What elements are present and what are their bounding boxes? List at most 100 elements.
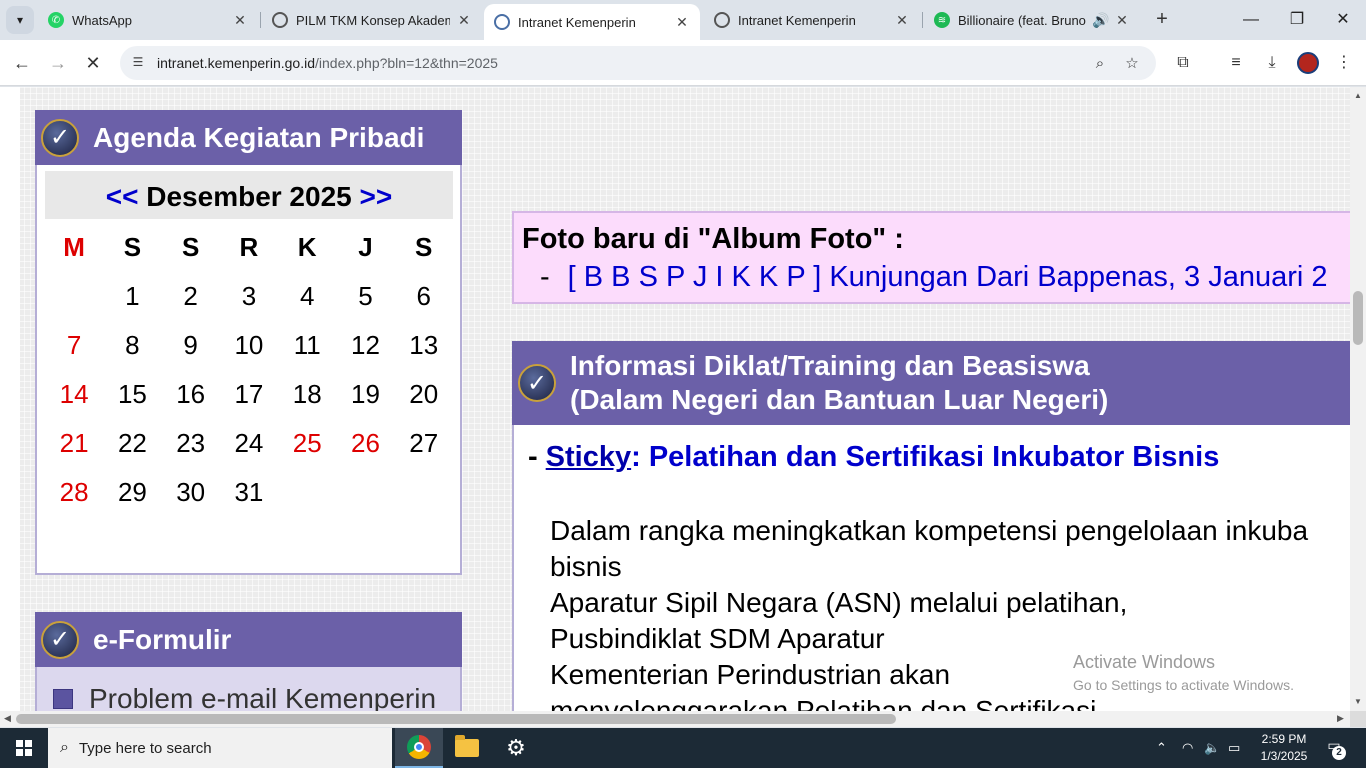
taskbar-clock[interactable]: 2:59 PM 1/3/2025 bbox=[1256, 731, 1312, 765]
start-button[interactable] bbox=[0, 728, 48, 768]
close-icon[interactable]: ✕ bbox=[456, 12, 472, 29]
calendar-day[interactable]: 6 bbox=[395, 272, 453, 321]
calendar-day[interactable]: 18 bbox=[278, 370, 336, 419]
calendar-day[interactable]: 25 bbox=[278, 419, 336, 468]
tab-intranet[interactable]: Intranet Kemenperin ✕ bbox=[704, 4, 920, 36]
calendar-week-row: 7 8 9 10 11 12 13 bbox=[45, 321, 453, 370]
maximize-button[interactable]: ❐ bbox=[1274, 6, 1320, 34]
close-icon[interactable]: ✕ bbox=[894, 12, 910, 29]
vertical-scrollbar[interactable]: ▲ ▼ bbox=[1350, 87, 1366, 711]
calendar-day[interactable]: 8 bbox=[103, 321, 161, 370]
horizontal-scrollbar[interactable]: ◀ ▶ bbox=[0, 711, 1350, 727]
calendar-day[interactable]: 9 bbox=[162, 321, 220, 370]
calendar-day[interactable]: 29 bbox=[103, 468, 161, 517]
calendar-day[interactable]: 14 bbox=[45, 370, 103, 419]
calendar-day[interactable]: 23 bbox=[162, 419, 220, 468]
calendar-day[interactable]: 3 bbox=[220, 272, 278, 321]
profile-avatar[interactable] bbox=[1297, 52, 1319, 74]
calendar-day[interactable]: 11 bbox=[278, 321, 336, 370]
tab-pilm[interactable]: PILM TKM Konsep Akademik ✕ bbox=[262, 4, 482, 36]
calendar-day[interactable]: 24 bbox=[220, 419, 278, 468]
calendar-day[interactable]: 21 bbox=[45, 419, 103, 468]
taskbar-file-explorer[interactable] bbox=[443, 728, 491, 768]
scroll-left-icon[interactable]: ◀ bbox=[4, 713, 11, 724]
network-icon[interactable]: ◠ bbox=[1182, 728, 1193, 768]
sticky-title-link[interactable]: : Pelatihan dan Sertifikasi Inkubator Bi… bbox=[631, 441, 1219, 473]
tab-divider bbox=[922, 12, 923, 28]
calendar-day[interactable]: 17 bbox=[220, 370, 278, 419]
download-icon[interactable]: ⤓ bbox=[1261, 52, 1283, 74]
minimize-button[interactable]: — bbox=[1228, 6, 1274, 34]
calendar-month-year: Desember 2025 bbox=[146, 181, 352, 212]
next-month-link[interactable]: >> bbox=[360, 181, 393, 212]
scroll-right-icon[interactable]: ▶ bbox=[1337, 713, 1344, 724]
scroll-down-icon[interactable]: ▼ bbox=[1350, 697, 1366, 706]
battery-icon[interactable]: ▭ bbox=[1228, 728, 1240, 768]
calendar-day[interactable]: 31 bbox=[220, 468, 278, 517]
back-button[interactable]: ← bbox=[9, 50, 35, 76]
new-tab-button[interactable]: + bbox=[1150, 8, 1174, 32]
site-info-icon[interactable]: ☰ bbox=[130, 55, 146, 71]
weekday-label: S bbox=[181, 232, 200, 262]
notification-button[interactable]: ▭ 2 bbox=[1322, 737, 1346, 760]
calendar-day[interactable]: 16 bbox=[162, 370, 220, 419]
tab-intranet-active[interactable]: Intranet Kemenperin ✕ bbox=[484, 4, 700, 40]
tab-title: WhatsApp bbox=[72, 12, 132, 28]
weekday-label: S bbox=[123, 232, 142, 262]
address-bar[interactable]: ☰ intranet.kemenperin.go.id/index.php?bl… bbox=[120, 46, 1156, 80]
eformulir-item-label: Problem e-mail Kemenperin bbox=[89, 683, 437, 711]
page-left-margin bbox=[0, 87, 20, 711]
forward-button[interactable]: → bbox=[45, 50, 71, 76]
calendar-day[interactable]: 30 bbox=[162, 468, 220, 517]
url-text[interactable]: intranet.kemenperin.go.id/index.php?bln=… bbox=[157, 55, 498, 71]
taskbar-settings[interactable]: ⚙ bbox=[492, 728, 540, 768]
tab-whatsapp[interactable]: ✆ WhatsApp ✕ bbox=[38, 4, 258, 36]
media-control-icon[interactable]: ≡ bbox=[1225, 52, 1247, 74]
tab-title: Intranet Kemenperin bbox=[518, 14, 636, 30]
calendar-day[interactable]: 15 bbox=[103, 370, 161, 419]
close-icon[interactable]: ✕ bbox=[232, 12, 248, 29]
tab-spotify[interactable]: ≋ Billionaire (feat. Bruno M 🔊 ✕ bbox=[924, 4, 1140, 36]
volume-icon[interactable]: 🔈 bbox=[1204, 728, 1220, 768]
scroll-up-icon[interactable]: ▲ bbox=[1350, 91, 1366, 100]
calendar-day[interactable]: 2 bbox=[162, 272, 220, 321]
close-icon[interactable]: ✕ bbox=[1114, 12, 1130, 29]
calendar-day[interactable]: 7 bbox=[45, 321, 103, 370]
vertical-scroll-thumb[interactable] bbox=[1353, 291, 1363, 345]
windows-logo-icon bbox=[16, 740, 32, 756]
extensions-icon[interactable]: ⧉ bbox=[1172, 52, 1194, 74]
calendar-day[interactable]: 27 bbox=[395, 419, 453, 468]
taskbar-chrome[interactable] bbox=[395, 728, 443, 768]
taskbar-search[interactable]: ⌕ Type here to search bbox=[48, 728, 392, 768]
calendar-day[interactable]: 10 bbox=[220, 321, 278, 370]
speaker-icon[interactable]: 🔊 bbox=[1092, 12, 1109, 29]
calendar-day[interactable]: 19 bbox=[336, 370, 394, 419]
description-line: bisnis bbox=[550, 551, 622, 582]
tray-overflow-icon[interactable]: ⌃ bbox=[1156, 728, 1167, 768]
prev-month-link[interactable]: << bbox=[106, 181, 139, 212]
calendar-day[interactable]: 13 bbox=[395, 321, 453, 370]
sticky-link[interactable]: Sticky bbox=[546, 441, 631, 473]
calendar-day[interactable]: 12 bbox=[336, 321, 394, 370]
calendar-day[interactable]: 28 bbox=[45, 468, 103, 517]
calendar-day[interactable]: 5 bbox=[336, 272, 394, 321]
calendar-day[interactable]: 1 bbox=[103, 272, 161, 321]
eformulir-item[interactable]: Problem e-mail Kemenperin bbox=[53, 683, 436, 711]
calendar-empty-cell bbox=[45, 272, 103, 321]
calendar-day[interactable]: 22 bbox=[103, 419, 161, 468]
tab-search-button[interactable]: ▾ bbox=[6, 6, 34, 34]
foto-album-link[interactable]: [ B B S P J I K K P ] Kunjungan Dari Bap… bbox=[568, 261, 1328, 293]
calendar-nav: << Desember 2025 >> bbox=[45, 171, 453, 219]
stop-loading-button[interactable]: ✕ bbox=[80, 50, 106, 76]
horizontal-scroll-thumb[interactable] bbox=[16, 714, 896, 724]
bookmark-star-icon[interactable]: ☆ bbox=[1122, 54, 1142, 74]
calendar-day[interactable]: 4 bbox=[278, 272, 336, 321]
calendar-day[interactable]: 20 bbox=[395, 370, 453, 419]
more-menu-icon[interactable]: ⋮ bbox=[1333, 52, 1355, 74]
close-icon[interactable]: ✕ bbox=[674, 14, 690, 31]
tab-title: Intranet Kemenperin bbox=[738, 12, 856, 28]
tab-title: Billionaire (feat. Bruno M bbox=[958, 12, 1090, 28]
zoom-icon[interactable]: ⌕ bbox=[1090, 54, 1110, 74]
calendar-day[interactable]: 26 bbox=[336, 419, 394, 468]
close-window-button[interactable]: ✕ bbox=[1320, 6, 1366, 34]
